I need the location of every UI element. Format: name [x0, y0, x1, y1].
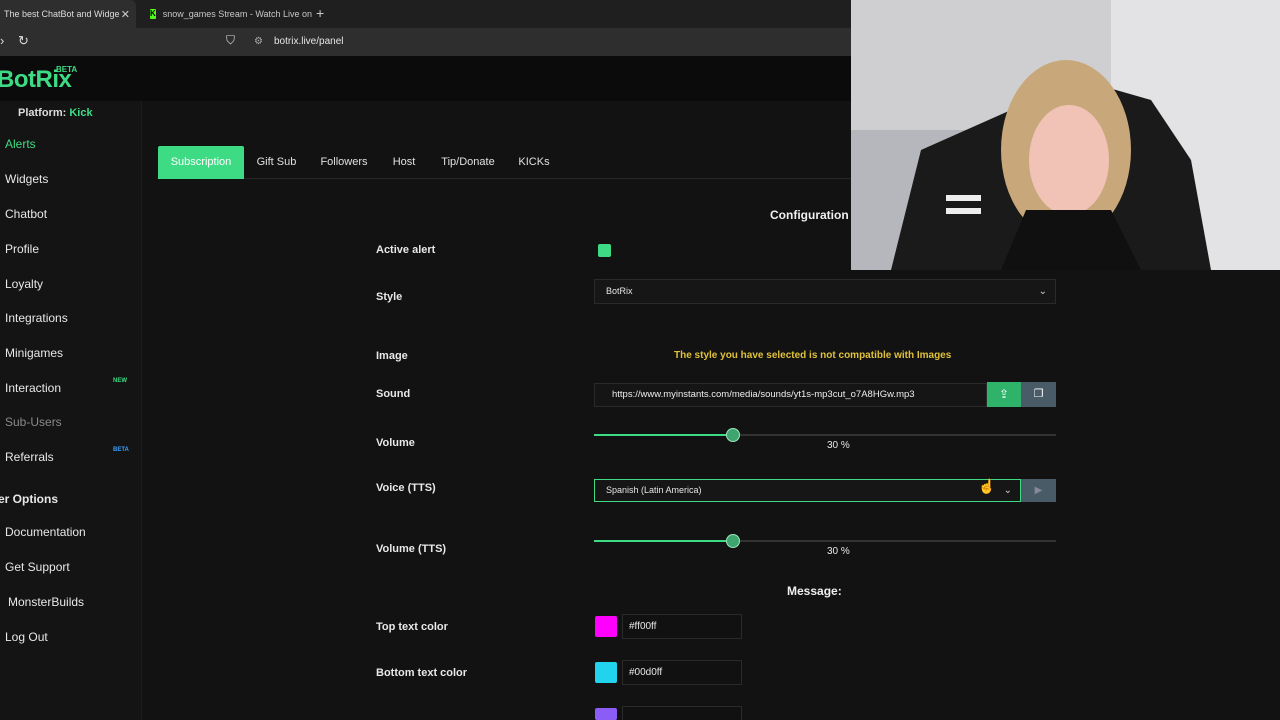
browser-tab-botrix[interactable]: The best ChatBot and Widge ✕: [0, 0, 136, 28]
platform-label: Platform:: [18, 107, 67, 119]
tab-tip-donate[interactable]: Tip/Donate: [430, 146, 506, 179]
style-select-value: BotRix: [606, 286, 633, 296]
sidebar-item-minigames[interactable]: Minigames: [5, 346, 63, 360]
reload-icon[interactable]: ↻: [18, 33, 29, 49]
volume-tts-slider-fill: [594, 540, 733, 542]
sidebar-section-user-options: er Options: [0, 492, 59, 506]
style-select[interactable]: BotRix ⌄: [594, 279, 1056, 304]
browser-tab-title: The best ChatBot and Widge: [4, 9, 120, 19]
upload-icon: ⇪: [998, 387, 1010, 401]
bookmark-icon[interactable]: ⛉: [226, 33, 235, 48]
webcam-overlay: [851, 0, 1280, 270]
tab-gift-sub[interactable]: Gift Sub: [245, 146, 308, 179]
browser-tab-title: snow_games Stream - Watch Live on: [162, 9, 312, 19]
kick-icon: K: [150, 9, 156, 19]
top-text-color-label: Top text color: [376, 621, 448, 633]
active-alert-label: Active alert: [376, 244, 436, 256]
mouse-cursor-icon: ☝: [978, 478, 996, 494]
image-label: Image: [376, 350, 408, 362]
sidebar-item-loyalty[interactable]: Loyalty: [5, 277, 43, 291]
sidebar-item-widgets[interactable]: Widgets: [5, 172, 48, 186]
sidebar-item-referrals[interactable]: Referrals: [5, 450, 54, 464]
voice-tts-label: Voice (TTS): [376, 482, 436, 494]
upload-sound-button[interactable]: ⇪: [987, 382, 1021, 407]
bottom-text-color-input[interactable]: #00d0ff: [622, 660, 742, 685]
alert-type-tabs: Subscription Gift Sub Followers Host Tip…: [157, 146, 851, 179]
address-bar-row: › ↻ ⛉ ⚙ botrix.live/panel: [0, 28, 851, 56]
volume-tts-label: Volume (TTS): [376, 543, 447, 555]
tab-followers[interactable]: Followers: [310, 146, 378, 179]
tab-kicks[interactable]: KICKs: [509, 146, 559, 179]
volume-tts-slider[interactable]: [594, 534, 1056, 548]
beta-badge: BETA: [56, 65, 78, 74]
sidebar-item-chatbot[interactable]: Chatbot: [5, 207, 47, 221]
play-icon: ▶: [1034, 485, 1043, 496]
partial-color-swatch[interactable]: [595, 708, 617, 720]
new-badge: NEW: [113, 378, 127, 384]
url-text: botrix.live/panel: [274, 36, 344, 47]
sidebar-item-sub-users[interactable]: Sub-Users: [5, 415, 62, 429]
volume-label: Volume: [376, 437, 415, 449]
sidebar-item-profile[interactable]: Profile: [5, 242, 39, 256]
sidebar-item-get-support[interactable]: Get Support: [5, 560, 70, 574]
chevron-down-icon: ⌄: [1038, 286, 1047, 297]
bottom-text-color-label: Bottom text color: [376, 667, 468, 679]
volume-slider-fill: [594, 434, 733, 436]
chevron-down-icon: ⌄: [1003, 485, 1012, 496]
volume-value: 30 %: [827, 440, 850, 451]
browser-tab-kick[interactable]: K snow_games Stream - Watch Live on: [144, 0, 312, 28]
top-text-color-input[interactable]: #ff00ff: [622, 614, 742, 639]
gallery-icon: ❐: [1033, 388, 1044, 400]
active-alert-checkbox[interactable]: [598, 244, 611, 257]
volume-slider-handle[interactable]: [725, 428, 740, 442]
browser-tab-bar: The best ChatBot and Widge ✕ K snow_game…: [0, 0, 851, 28]
sidebar-item-documentation[interactable]: Documentation: [5, 525, 86, 539]
new-tab-icon[interactable]: +: [316, 5, 324, 21]
sidebar-item-integrations[interactable]: Integrations: [5, 311, 68, 325]
volume-slider[interactable]: [594, 428, 1056, 442]
image-warning: The style you have selected is not compa…: [674, 350, 952, 361]
sidebar-item-monsterbuilds[interactable]: MonsterBuilds: [8, 595, 84, 609]
sound-url-input[interactable]: https://www.myinstants.com/media/sounds/…: [594, 383, 987, 407]
sound-label: Sound: [376, 388, 411, 400]
beta-badge-referrals: BETA: [113, 447, 129, 453]
play-tts-button[interactable]: ▶: [1021, 479, 1056, 502]
bottom-text-color-swatch[interactable]: [595, 662, 617, 683]
close-tab-icon[interactable]: ✕: [121, 8, 130, 21]
sidebar-item-alerts[interactable]: Alerts: [5, 137, 36, 151]
configuration-title: Configuration: [770, 208, 849, 222]
sidebar-item-interaction[interactable]: Interaction: [5, 381, 61, 395]
voice-select-value: Spanish (Latin America): [606, 485, 702, 495]
tab-subscription[interactable]: Subscription: [158, 146, 244, 179]
partial-color-input[interactable]: [622, 706, 742, 720]
site-info-icon[interactable]: ⚙: [254, 33, 263, 51]
app-header: BotRix BETA: [0, 56, 851, 101]
sound-gallery-button[interactable]: ❐: [1021, 382, 1056, 407]
volume-tts-slider-handle[interactable]: [725, 534, 740, 548]
tab-host[interactable]: Host: [382, 146, 426, 179]
style-label: Style: [376, 291, 403, 303]
volume-tts-value: 30 %: [827, 546, 850, 557]
top-text-color-swatch[interactable]: [595, 616, 617, 637]
sidebar-item-log-out[interactable]: Log Out: [5, 630, 48, 644]
sidebar: Platform: Kick: [0, 101, 142, 720]
forward-icon[interactable]: ›: [0, 33, 4, 48]
platform-indicator: Platform: Kick: [18, 107, 93, 119]
platform-value: Kick: [69, 107, 93, 119]
webcam-image: [851, 0, 1280, 270]
voice-tts-select[interactable]: Spanish (Latin America) ⌄: [594, 479, 1021, 502]
message-section-title: Message:: [787, 584, 842, 598]
url-field[interactable]: ⚙ botrix.live/panel: [248, 33, 851, 51]
